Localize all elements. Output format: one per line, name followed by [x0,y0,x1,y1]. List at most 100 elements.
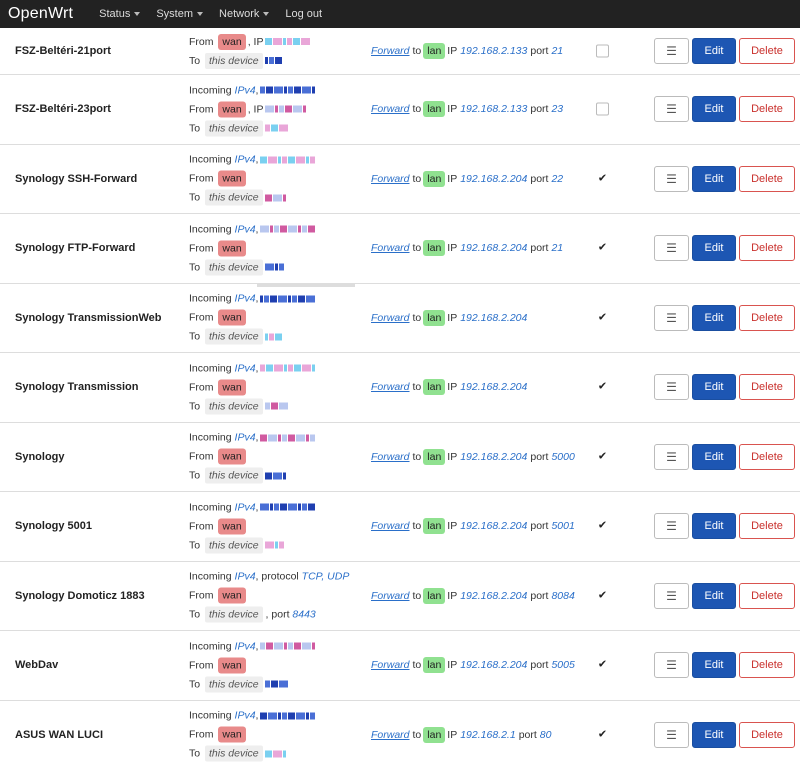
match-column: Incoming IPv4, From wan To this device [189,637,359,694]
enable-checkbox[interactable]: ✔ [596,450,609,464]
delete-button[interactable]: Delete [739,721,795,748]
action-column: Forward to lan IP 192.168.2.204 port 21 [371,240,566,257]
from-label: From [189,172,214,185]
nav-system-label: System [156,8,194,20]
edit-button[interactable]: Edit [692,165,736,192]
to-label: To [189,54,201,67]
dest-ip-value: 192.168.2.204 [460,311,528,324]
drag-handle-button[interactable]: ☰ [654,443,689,470]
to-word: to [412,659,422,672]
enable-checkbox[interactable]: ✔ [596,519,609,533]
nav-network-menu[interactable]: Network [219,8,270,20]
to-port-value: 8443 [292,608,316,621]
nav-status-menu[interactable]: Status [99,8,141,20]
dest-port-value: 5001 [551,520,575,533]
rule-name: Synology Transmission [15,381,139,394]
drag-handle-button[interactable]: ☰ [654,721,689,748]
match-column: Incoming IPv4, From wan To this device [189,289,359,346]
incoming-line: Incoming IPv4, [189,150,359,169]
forward-link[interactable]: Forward [371,451,410,463]
drag-handle-button[interactable]: ☰ [654,235,689,262]
enable-checkbox[interactable]: ✔ [596,658,609,672]
to-line: To this device [189,51,359,70]
port-label: port [530,589,549,602]
from-label: From [189,589,214,602]
drag-handle-button[interactable]: ☰ [654,96,689,123]
redacted-ip-block [264,680,288,688]
to-line: To this device [189,119,359,138]
edit-button[interactable]: Edit [692,374,736,401]
forward-link[interactable]: Forward [371,103,410,115]
edit-button[interactable]: Edit [692,443,736,470]
enable-checkbox[interactable]: ✔ [596,728,609,742]
drag-handle-button[interactable]: ☰ [654,513,689,540]
delete-button[interactable]: Delete [739,96,795,123]
enable-checkbox[interactable]: ✔ [596,172,609,186]
enable-checkbox[interactable]: ✔ [596,241,609,255]
ipv4-label: IPv4 [234,292,256,305]
enable-checkbox[interactable]: ✔ [596,589,609,603]
drag-handle-icon: ☰ [666,102,677,117]
drag-handle-button[interactable]: ☰ [654,38,689,64]
forward-link[interactable]: Forward [371,659,410,671]
port-forward-table: FSZ-Beltéri-21port From wan, IP To this de… [0,28,800,762]
to-word: to [412,728,422,741]
edit-button[interactable]: Edit [692,582,736,609]
enable-checkbox[interactable]: ✔ [596,380,609,394]
edit-button[interactable]: Edit [692,96,736,123]
delete-button[interactable]: Delete [739,443,795,470]
dest-zone-badge: lan [423,101,446,118]
edit-button[interactable]: Edit [692,235,736,262]
enable-checkbox[interactable]: ✔ [596,311,609,325]
delete-button[interactable]: Delete [739,38,795,64]
checkmark-icon: ✔ [597,311,608,324]
brand-logo[interactable]: OpenWrt [8,5,73,23]
enable-checkbox[interactable] [596,44,609,58]
dest-ip-value: 192.168.2.133 [460,45,528,57]
port-label: port [518,728,537,741]
table-row: Synology Domoticz 1883 Incoming IPv4, pro… [0,562,800,631]
incoming-label: Incoming [189,640,232,653]
from-line: From wan [189,656,359,675]
edit-button[interactable]: Edit [692,652,736,679]
drag-handle-button[interactable]: ☰ [654,582,689,609]
delete-button[interactable]: Delete [739,235,795,262]
protocol-value: TCP, UDP [301,570,350,583]
edit-button[interactable]: Edit [692,721,736,748]
enable-checkbox[interactable] [596,102,609,116]
port-label: port [530,520,549,533]
forward-link[interactable]: Forward [371,173,410,185]
delete-button[interactable]: Delete [739,304,795,331]
forward-link[interactable]: Forward [371,45,410,57]
dest-zone-badge: lan [423,587,446,604]
from-label: From [189,242,214,255]
nav-logout-link[interactable]: Log out [285,8,322,20]
forward-link[interactable]: Forward [371,312,410,324]
drag-handle-button[interactable]: ☰ [654,374,689,401]
drag-handle-button[interactable]: ☰ [654,652,689,679]
to-label: To [189,330,201,343]
drag-handle-button[interactable]: ☰ [654,304,689,331]
from-label: From [189,35,214,48]
forward-link[interactable]: Forward [371,381,410,393]
delete-button[interactable]: Delete [739,513,795,540]
port-label: port [530,103,549,116]
delete-button[interactable]: Delete [739,374,795,401]
drag-handle-icon: ☰ [666,519,677,534]
drag-handle-icon: ☰ [666,380,677,395]
dest-port-value: 21 [551,45,564,57]
edit-button[interactable]: Edit [692,38,736,64]
forward-link[interactable]: Forward [371,520,410,532]
forward-link[interactable]: Forward [371,242,410,254]
drag-handle-button[interactable]: ☰ [654,165,689,192]
forward-link[interactable]: Forward [371,729,410,741]
delete-button[interactable]: Delete [739,582,795,609]
delete-button[interactable]: Delete [739,165,795,192]
nav-system-menu[interactable]: System [156,8,204,20]
delete-button[interactable]: Delete [739,652,795,679]
forward-link[interactable]: Forward [371,590,410,602]
edit-button[interactable]: Edit [692,513,736,540]
match-column: Incoming IPv4, From wan To this device [189,150,359,207]
edit-button[interactable]: Edit [692,304,736,331]
redacted-ip-block [264,750,286,758]
